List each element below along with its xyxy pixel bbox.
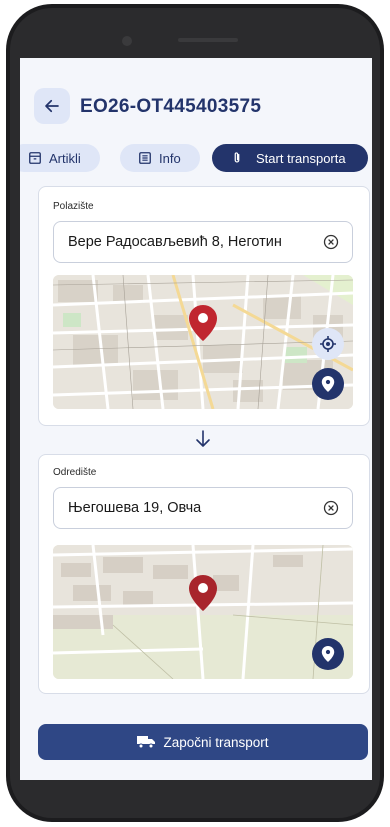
tab-artikli[interactable]: Artikli <box>20 144 100 172</box>
box-icon <box>29 152 41 164</box>
tab-bar: Artikli Info Start transporta <box>20 144 372 174</box>
origin-card: Polazište Вере Радосављевић 8, Неготин <box>38 186 370 426</box>
origin-map-tiles <box>53 275 353 409</box>
origin-pin-button[interactable] <box>312 368 344 400</box>
paperclip-icon <box>234 152 240 163</box>
destination-map[interactable] <box>53 545 353 679</box>
header: EO26-OT445403575 <box>20 58 372 148</box>
clear-origin-icon[interactable] <box>323 234 339 250</box>
location-pin-icon <box>321 646 335 662</box>
tab-start-label: Start transporta <box>256 150 346 166</box>
tab-artikli-label: Artikli <box>49 150 81 166</box>
truck-icon <box>137 736 156 749</box>
origin-label: Polazište <box>53 201 94 212</box>
crosshair-icon <box>320 336 336 352</box>
origin-address-field[interactable]: Вере Радосављевић 8, Неготин <box>53 221 353 263</box>
destination-card: Odredište Његошева 19, Овча <box>38 454 370 694</box>
start-transport-label: Započni transport <box>163 734 269 750</box>
tab-info-label: Info <box>159 150 181 166</box>
arrow-down-icon <box>196 430 210 447</box>
clear-destination-icon[interactable] <box>323 500 339 516</box>
origin-address-value: Вере Радосављевић 8, Неготин <box>68 234 282 250</box>
destination-map-pin-icon <box>189 575 217 611</box>
start-transport-button[interactable]: Započni transport <box>38 724 368 760</box>
back-button[interactable] <box>34 88 70 124</box>
destination-map-tiles <box>53 545 353 679</box>
speaker <box>178 38 238 42</box>
page-title: EO26-OT445403575 <box>80 96 262 117</box>
destination-address-value: Његошева 19, Овча <box>68 500 202 516</box>
arrow-left-icon <box>45 99 59 113</box>
location-pin-icon <box>321 376 335 392</box>
list-icon <box>139 152 151 164</box>
origin-map-pin-icon <box>189 305 217 341</box>
tab-info[interactable]: Info <box>120 144 200 172</box>
app-screen: EO26-OT445403575 Artikli Info Start tran… <box>20 58 372 780</box>
destination-pin-button[interactable] <box>312 638 344 670</box>
tab-start-transporta[interactable]: Start transporta <box>212 144 368 172</box>
origin-map[interactable] <box>53 275 353 409</box>
destination-address-field[interactable]: Његошева 19, Овча <box>53 487 353 529</box>
destination-label: Odredište <box>53 467 97 478</box>
camera <box>122 36 132 46</box>
my-location-button[interactable] <box>312 328 344 360</box>
